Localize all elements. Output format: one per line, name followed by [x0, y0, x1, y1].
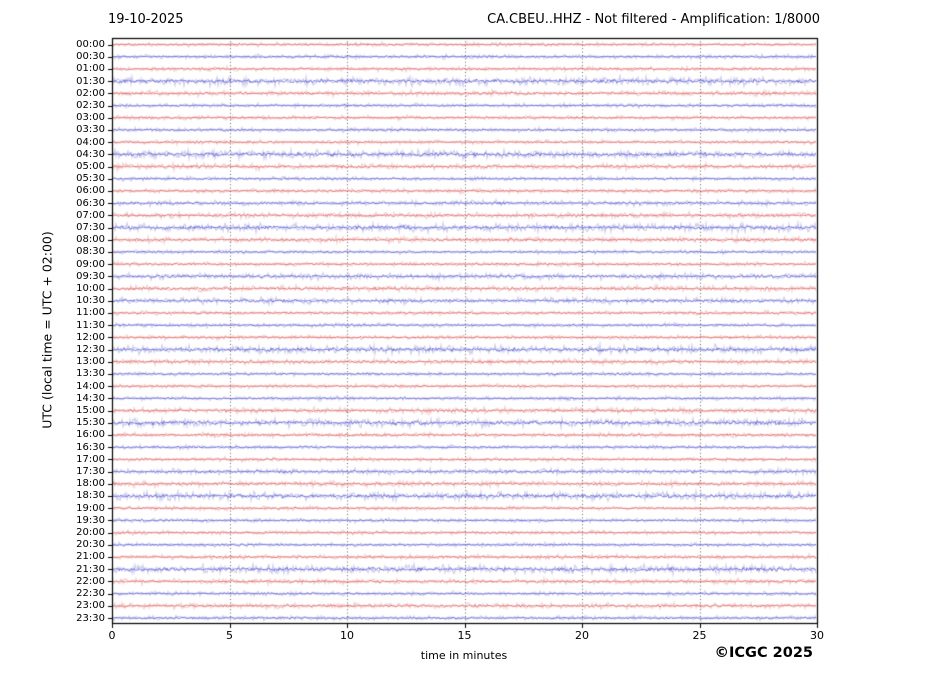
y-tick-label: 07:30 [58, 222, 105, 233]
y-tick-label: 08:30 [58, 246, 105, 257]
y-tick-label: 23:30 [58, 613, 105, 624]
copyright-label: ©ICGC 2025 [715, 645, 813, 661]
helicorder-plot-canvas [0, 0, 927, 696]
y-tick-label: 07:00 [58, 210, 105, 221]
y-tick-label: 10:30 [58, 295, 105, 306]
y-tick-label: 16:00 [58, 429, 105, 440]
y-tick-label: 17:30 [58, 466, 105, 477]
y-tick-label: 12:00 [58, 332, 105, 343]
y-tick-label: 05:30 [58, 173, 105, 184]
x-tick-label: 15 [445, 630, 485, 642]
y-tick-label: 13:30 [58, 368, 105, 379]
y-tick-label: 14:30 [58, 393, 105, 404]
y-tick-label: 02:00 [58, 88, 105, 99]
y-tick-label: 22:30 [58, 588, 105, 599]
x-tick-label: 5 [210, 630, 250, 642]
x-tick-label: 20 [562, 630, 602, 642]
helicorder-page: 19-10-2025 CA.CBEU..HHZ - Not filtered -… [0, 0, 927, 696]
y-tick-label: 00:00 [58, 39, 105, 50]
y-tick-label: 18:00 [58, 478, 105, 489]
y-tick-label: 04:30 [58, 149, 105, 160]
y-tick-label: 15:30 [58, 417, 105, 428]
y-tick-label: 03:30 [58, 124, 105, 135]
y-tick-label: 14:00 [58, 381, 105, 392]
y-tick-label: 03:00 [58, 112, 105, 123]
y-tick-label: 08:00 [58, 234, 105, 245]
y-tick-label: 00:30 [58, 51, 105, 62]
plot-date-label: 19-10-2025 [108, 12, 184, 28]
y-tick-label: 01:00 [58, 63, 105, 74]
y-tick-label: 01:30 [58, 76, 105, 87]
y-tick-label: 06:00 [58, 185, 105, 196]
plot-title: CA.CBEU..HHZ - Not filtered - Amplificat… [487, 12, 820, 28]
y-axis-title: UTC (local time = UTC + 02:00) [40, 231, 55, 429]
y-tick-label: 22:00 [58, 576, 105, 587]
y-tick-label: 16:30 [58, 442, 105, 453]
x-tick-label: 25 [680, 630, 720, 642]
y-tick-label: 19:00 [58, 503, 105, 514]
y-tick-label: 19:30 [58, 515, 105, 526]
y-tick-label: 09:00 [58, 259, 105, 270]
x-tick-label: 10 [327, 630, 367, 642]
y-tick-label: 15:00 [58, 405, 105, 416]
y-tick-label: 20:30 [58, 539, 105, 550]
y-tick-label: 11:30 [58, 320, 105, 331]
y-tick-label: 02:30 [58, 100, 105, 111]
x-axis-title: time in minutes [421, 649, 507, 662]
y-tick-label: 11:00 [58, 307, 105, 318]
y-tick-label: 04:00 [58, 137, 105, 148]
y-tick-label: 17:00 [58, 454, 105, 465]
y-tick-label: 10:00 [58, 283, 105, 294]
y-tick-label: 09:30 [58, 271, 105, 282]
y-tick-label: 23:00 [58, 600, 105, 611]
x-tick-label: 0 [92, 630, 132, 642]
y-tick-label: 06:30 [58, 198, 105, 209]
y-tick-label: 20:00 [58, 527, 105, 538]
x-tick-label: 30 [797, 630, 837, 642]
y-tick-label: 18:30 [58, 490, 105, 501]
y-tick-label: 05:00 [58, 161, 105, 172]
y-tick-label: 21:30 [58, 564, 105, 575]
y-tick-label: 12:30 [58, 344, 105, 355]
y-tick-label: 13:00 [58, 356, 105, 367]
y-tick-label: 21:00 [58, 551, 105, 562]
